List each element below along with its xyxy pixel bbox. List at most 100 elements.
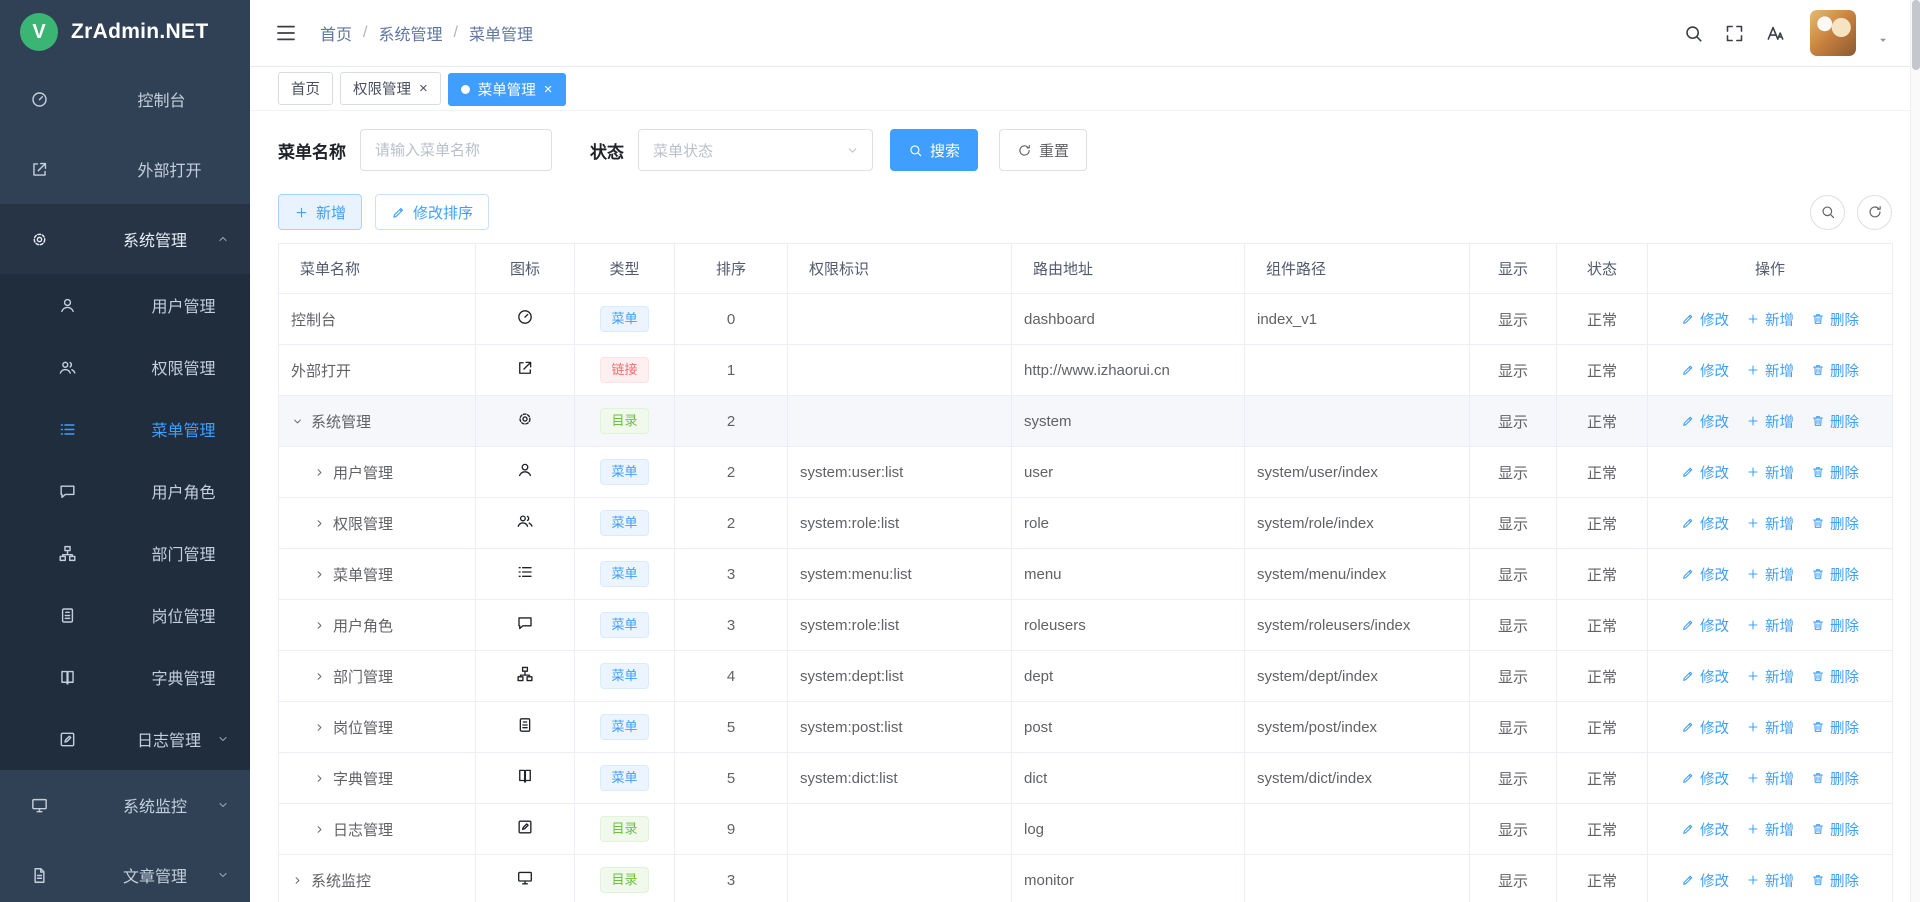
- chevron-right-icon[interactable]: [313, 772, 326, 785]
- cell-type: 菜单: [575, 447, 675, 498]
- sidebar-item-external[interactable]: 外部打开: [0, 134, 250, 204]
- add-link[interactable]: 新增: [1746, 717, 1794, 738]
- sidebar-subitem-user[interactable]: 用户管理: [0, 274, 250, 336]
- edit-link[interactable]: 修改: [1681, 870, 1729, 891]
- sidebar-subitem-log[interactable]: 日志管理: [0, 708, 250, 770]
- breadcrumb-item[interactable]: 菜单管理: [469, 21, 533, 45]
- sidebar-subitem-menu[interactable]: 菜单管理: [0, 398, 250, 460]
- tab-home[interactable]: 首页: [278, 72, 333, 105]
- delete-link[interactable]: 删除: [1811, 768, 1859, 789]
- cell-type: 目录: [575, 855, 675, 902]
- tab-role[interactable]: 权限管理×: [340, 72, 441, 105]
- breadcrumb-item[interactable]: 系统管理: [378, 21, 442, 45]
- chevron-right-icon[interactable]: [313, 568, 326, 581]
- search-icon[interactable]: [1683, 23, 1704, 44]
- sidebar-subitem-role[interactable]: 权限管理: [0, 336, 250, 398]
- add-link[interactable]: 新增: [1746, 309, 1794, 330]
- chevron-right-icon[interactable]: [313, 466, 326, 479]
- type-badge: 目录: [600, 408, 648, 434]
- add-link[interactable]: 新增: [1746, 870, 1794, 891]
- page-scrollbar[interactable]: [1910, 0, 1920, 902]
- sidebar-item-dashboard[interactable]: 控制台: [0, 64, 250, 134]
- chevron-right-icon[interactable]: [313, 721, 326, 734]
- sidebar-subitem-dict[interactable]: 字典管理: [0, 646, 250, 708]
- fullscreen-icon[interactable]: [1724, 23, 1745, 44]
- chevron-down-icon: [845, 143, 860, 158]
- add-link[interactable]: 新增: [1746, 360, 1794, 381]
- delete-link[interactable]: 删除: [1811, 717, 1859, 738]
- close-icon[interactable]: ×: [419, 81, 428, 96]
- edit-link[interactable]: 修改: [1681, 819, 1729, 840]
- chevron-right-icon[interactable]: [291, 874, 304, 887]
- add-link[interactable]: 新增: [1746, 411, 1794, 432]
- edit-link[interactable]: 修改: [1681, 615, 1729, 636]
- cell-permission: [788, 396, 1012, 447]
- edit-link[interactable]: 修改: [1681, 411, 1729, 432]
- close-icon[interactable]: ×: [544, 82, 553, 97]
- delete-link[interactable]: 删除: [1811, 819, 1859, 840]
- breadcrumb-item[interactable]: 首页: [320, 21, 352, 45]
- delete-link[interactable]: 删除: [1811, 513, 1859, 534]
- cell-icon: [476, 600, 575, 651]
- edit-link[interactable]: 修改: [1681, 768, 1729, 789]
- chevron-right-icon[interactable]: [313, 619, 326, 632]
- column-header: 状态: [1557, 244, 1648, 294]
- scrollbar-thumb[interactable]: [1912, 0, 1920, 70]
- chevron-down-icon[interactable]: [1876, 33, 1890, 47]
- tab-menu[interactable]: 菜单管理×: [448, 73, 566, 106]
- add-button[interactable]: 新增: [278, 194, 362, 230]
- user-avatar[interactable]: [1810, 10, 1856, 56]
- delete-link[interactable]: 删除: [1811, 462, 1859, 483]
- sidebar-subitem-post[interactable]: 岗位管理: [0, 584, 250, 646]
- sidebar-subitem-roleusers[interactable]: 用户角色: [0, 460, 250, 522]
- font-size-icon[interactable]: [1765, 23, 1786, 44]
- edit-link[interactable]: 修改: [1681, 513, 1729, 534]
- add-link[interactable]: 新增: [1746, 615, 1794, 636]
- search-button[interactable]: 搜索: [890, 129, 978, 171]
- chevron-right-icon[interactable]: [313, 823, 326, 836]
- add-link[interactable]: 新增: [1746, 564, 1794, 585]
- add-link[interactable]: 新增: [1746, 768, 1794, 789]
- edit-link[interactable]: 修改: [1681, 462, 1729, 483]
- sidebar-submenu: 用户管理权限管理菜单管理用户角色部门管理岗位管理字典管理日志管理: [0, 274, 250, 770]
- add-link[interactable]: 新增: [1746, 666, 1794, 687]
- edit-link[interactable]: 修改: [1681, 564, 1729, 585]
- menu-name-input[interactable]: [360, 129, 552, 171]
- delete-link[interactable]: 删除: [1811, 615, 1859, 636]
- edit-link[interactable]: 修改: [1681, 717, 1729, 738]
- delete-link[interactable]: 删除: [1811, 666, 1859, 687]
- add-link[interactable]: 新增: [1746, 819, 1794, 840]
- chevron-right-icon[interactable]: [313, 517, 326, 530]
- chevron-down-icon[interactable]: [291, 415, 304, 428]
- type-badge: 菜单: [600, 765, 648, 791]
- edit-link[interactable]: 修改: [1681, 666, 1729, 687]
- delete-link[interactable]: 删除: [1811, 411, 1859, 432]
- edit-link[interactable]: 修改: [1681, 309, 1729, 330]
- add-link[interactable]: 新增: [1746, 462, 1794, 483]
- sidebar-item-label: 日志管理: [137, 727, 201, 751]
- sort-edit-button[interactable]: 修改排序: [375, 194, 489, 230]
- sidebar-item-monitor[interactable]: 系统监控: [0, 770, 250, 840]
- edit-link[interactable]: 修改: [1681, 360, 1729, 381]
- status-select[interactable]: 菜单状态: [638, 129, 873, 171]
- add-link[interactable]: 新增: [1746, 513, 1794, 534]
- sidebar-item-article[interactable]: 文章管理: [0, 840, 250, 902]
- refresh-table-button[interactable]: [1857, 195, 1892, 230]
- cell-route: dept: [1012, 651, 1245, 702]
- menu-fold-icon[interactable]: [274, 21, 298, 45]
- cell-actions: 修改新增删除: [1648, 753, 1893, 804]
- menu-table: 菜单名称图标类型排序权限标识路由地址组件路径显示状态操作 控制台菜单0dashb…: [278, 243, 1893, 902]
- app-logo[interactable]: V ZrAdmin.NET: [0, 0, 250, 64]
- sidebar-item-system[interactable]: 系统管理: [0, 204, 250, 274]
- delete-icon: [1811, 567, 1825, 581]
- chevron-right-icon[interactable]: [313, 670, 326, 683]
- delete-link[interactable]: 删除: [1811, 360, 1859, 381]
- delete-link[interactable]: 删除: [1811, 309, 1859, 330]
- toggle-search-button[interactable]: [1810, 195, 1845, 230]
- delete-link[interactable]: 删除: [1811, 870, 1859, 891]
- cell-type: 菜单: [575, 498, 675, 549]
- sidebar-subitem-dept[interactable]: 部门管理: [0, 522, 250, 584]
- delete-link[interactable]: 删除: [1811, 564, 1859, 585]
- reset-button[interactable]: 重置: [999, 129, 1087, 171]
- cell-component: index_v1: [1245, 294, 1470, 345]
